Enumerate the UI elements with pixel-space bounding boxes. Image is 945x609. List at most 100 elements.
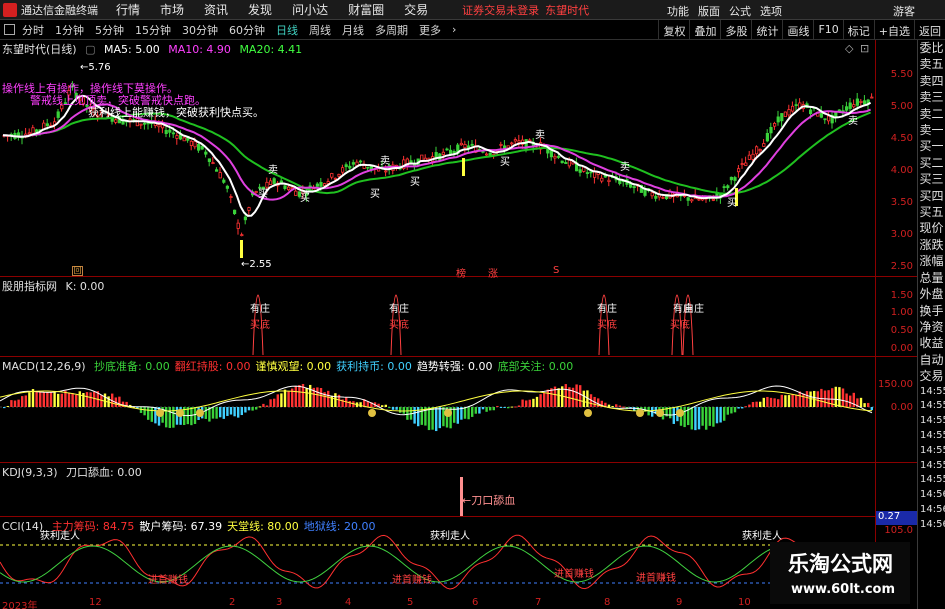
period-tab-more[interactable]: 更多	[419, 22, 441, 38]
side-panel-label[interactable]: 总量	[918, 270, 945, 286]
side-panel-label[interactable]: 自动	[918, 352, 945, 368]
macd-bar	[89, 392, 92, 407]
period-tab-5min[interactable]: 5分钟	[95, 22, 124, 38]
side-panel-label[interactable]: 买三	[918, 171, 945, 187]
grid-icon[interactable]	[4, 24, 15, 35]
side-panel-label[interactable]: 卖三	[918, 89, 945, 105]
candle	[286, 186, 291, 191]
side-panel-label[interactable]: 卖四	[918, 73, 945, 89]
tool-overlay-button[interactable]: 叠加	[689, 20, 720, 40]
side-panel-label[interactable]: 委比	[918, 40, 945, 56]
macd-bar	[467, 407, 470, 420]
side-panel-label[interactable]: 涨跌	[918, 237, 945, 253]
tool-adjust-button[interactable]: 复权	[658, 20, 689, 40]
candle	[499, 143, 503, 146]
tool-stats-button[interactable]: 统计	[751, 20, 782, 40]
menu-news[interactable]: 资讯	[204, 1, 228, 18]
side-panel-label[interactable]: 卖五	[918, 56, 945, 72]
period-tab-timeshare[interactable]: 分时	[22, 22, 44, 38]
gupeng-chart[interactable]: 有庄 有庄 有庄 有庄买底 买底 买底 买底自庄	[0, 277, 875, 356]
coin-icon	[656, 409, 664, 417]
y-tick: 4.50	[890, 133, 913, 144]
title-bar: 通达信金融终端 行情 市场 资讯 发现 问小达 财富圈 交易 证券交易未登录 东…	[0, 0, 945, 20]
tool-draw-button[interactable]: 画线	[782, 20, 813, 40]
macd-bar	[233, 407, 236, 417]
coin-icon	[196, 409, 204, 417]
period-tab-monthly[interactable]: 月线	[342, 22, 364, 38]
tool-add-watchlist-button[interactable]: +自选	[873, 20, 914, 40]
macd-bar	[575, 384, 578, 407]
menu-function[interactable]: 功能	[667, 3, 689, 19]
side-panel-label[interactable]: 涨幅	[918, 253, 945, 269]
menu-quotes[interactable]: 行情	[116, 1, 140, 18]
side-panel-label[interactable]: 交易	[918, 368, 945, 384]
kdj-pane[interactable]: KDJ(9,3,3) 刀口舔血: 0.00 ←刀口舔血 0.27	[0, 463, 918, 525]
side-panel-label[interactable]: 买五	[918, 204, 945, 220]
side-panel-label[interactable]: 净资	[918, 319, 945, 335]
side-panel-label[interactable]: 买一	[918, 138, 945, 154]
tool-f10-button[interactable]: F10	[813, 20, 842, 40]
macd-bar	[402, 407, 405, 414]
more-chevron-icon[interactable]: ›	[452, 23, 456, 36]
zoom-icon[interactable]: ⊡	[860, 42, 869, 55]
macd-bar	[442, 407, 445, 427]
tool-mark-button[interactable]: 标记	[842, 20, 874, 40]
coin-icon	[156, 409, 164, 417]
menu-trade[interactable]: 交易	[404, 1, 428, 18]
macd-bar	[481, 407, 485, 410]
period-tab-daily[interactable]: 日线	[276, 22, 298, 38]
side-panel-label[interactable]: 卖一	[918, 122, 945, 138]
menu-market[interactable]: 市场	[160, 1, 184, 18]
coin-icon	[584, 409, 592, 417]
indicator-pane-gupeng[interactable]: 有庄 有庄 有庄 有庄 买底 买底 买底 买底 自庄 股朋指标网 K: 0.00 1.50 1.…	[0, 277, 917, 357]
settings-diamond-icon[interactable]: ◇	[845, 42, 853, 55]
sell-signal-label: 卖	[268, 164, 278, 176]
sell-signal-label: 卖	[620, 161, 630, 173]
zhuang-tag: 有庄	[597, 302, 617, 315]
menu-discover[interactable]: 发现	[248, 1, 272, 18]
period-tab-1min[interactable]: 1分钟	[55, 22, 84, 38]
period-tab-weekly[interactable]: 周线	[309, 22, 331, 38]
panel2-name: 股朋指标网	[2, 280, 57, 293]
candle	[463, 144, 467, 149]
tool-back-button[interactable]: 返回	[914, 20, 945, 40]
side-panel-label[interactable]: 收益	[918, 335, 945, 351]
macd-bar	[622, 406, 625, 408]
period-tab-15min[interactable]: 15分钟	[135, 22, 171, 38]
menu-formula[interactable]: 公式	[729, 3, 751, 19]
side-panel-label[interactable]: 现价	[918, 220, 945, 236]
menu-ask-xiaoda[interactable]: 问小达	[292, 1, 328, 18]
macd-bar	[406, 407, 409, 420]
side-panel-label[interactable]: 卖二	[918, 106, 945, 122]
trade-login-notice[interactable]: 证券交易未登录	[462, 2, 539, 18]
marker-s[interactable]: S	[553, 265, 559, 276]
period-tab-multi[interactable]: 多周期	[375, 22, 408, 38]
guest-button[interactable]: 游客	[893, 3, 915, 19]
date-tick: 2	[229, 597, 236, 608]
side-panel-label[interactable]: 换手	[918, 303, 945, 319]
candle	[207, 158, 211, 162]
macd-bar	[503, 407, 506, 408]
side-panel-label[interactable]: 买二	[918, 155, 945, 171]
tool-multi-stock-button[interactable]: 多股	[720, 20, 751, 40]
macd-bar	[327, 390, 330, 407]
collapse-icon[interactable]: ▢	[85, 43, 95, 56]
macd-bar	[809, 391, 812, 407]
main-kline-pane[interactable]: 买买买买买买卖卖卖卖卖 东望时代(日线) ▢ MA5: 5.00 MA10: 4…	[0, 40, 917, 280]
side-panel-label[interactable]: 买四	[918, 188, 945, 204]
menu-options[interactable]: 选项	[760, 3, 782, 19]
earn-money-tag: 进首赚钱	[392, 573, 432, 586]
period-tab-60min[interactable]: 60分钟	[229, 22, 265, 38]
side-panel-label[interactable]: 外盘	[918, 286, 945, 302]
macd-pane[interactable]: MACD(12,26,9) 抄底准备: 0.00 翻红持股: 0.00 谨慎观望: …	[0, 357, 917, 463]
kline-chart[interactable]: 买买买买买买卖卖卖卖卖	[0, 40, 875, 276]
macd-bar	[805, 391, 809, 407]
candle	[182, 137, 186, 142]
candle	[200, 145, 204, 150]
menu-layout[interactable]: 版面	[698, 3, 720, 19]
menu-wealth-circle[interactable]: 财富圈	[348, 1, 384, 18]
period-tab-30min[interactable]: 30分钟	[182, 22, 218, 38]
y-tick: 2.50	[890, 261, 913, 272]
marker-hui[interactable]: 回	[72, 266, 83, 276]
date-tick: 5	[407, 597, 414, 608]
